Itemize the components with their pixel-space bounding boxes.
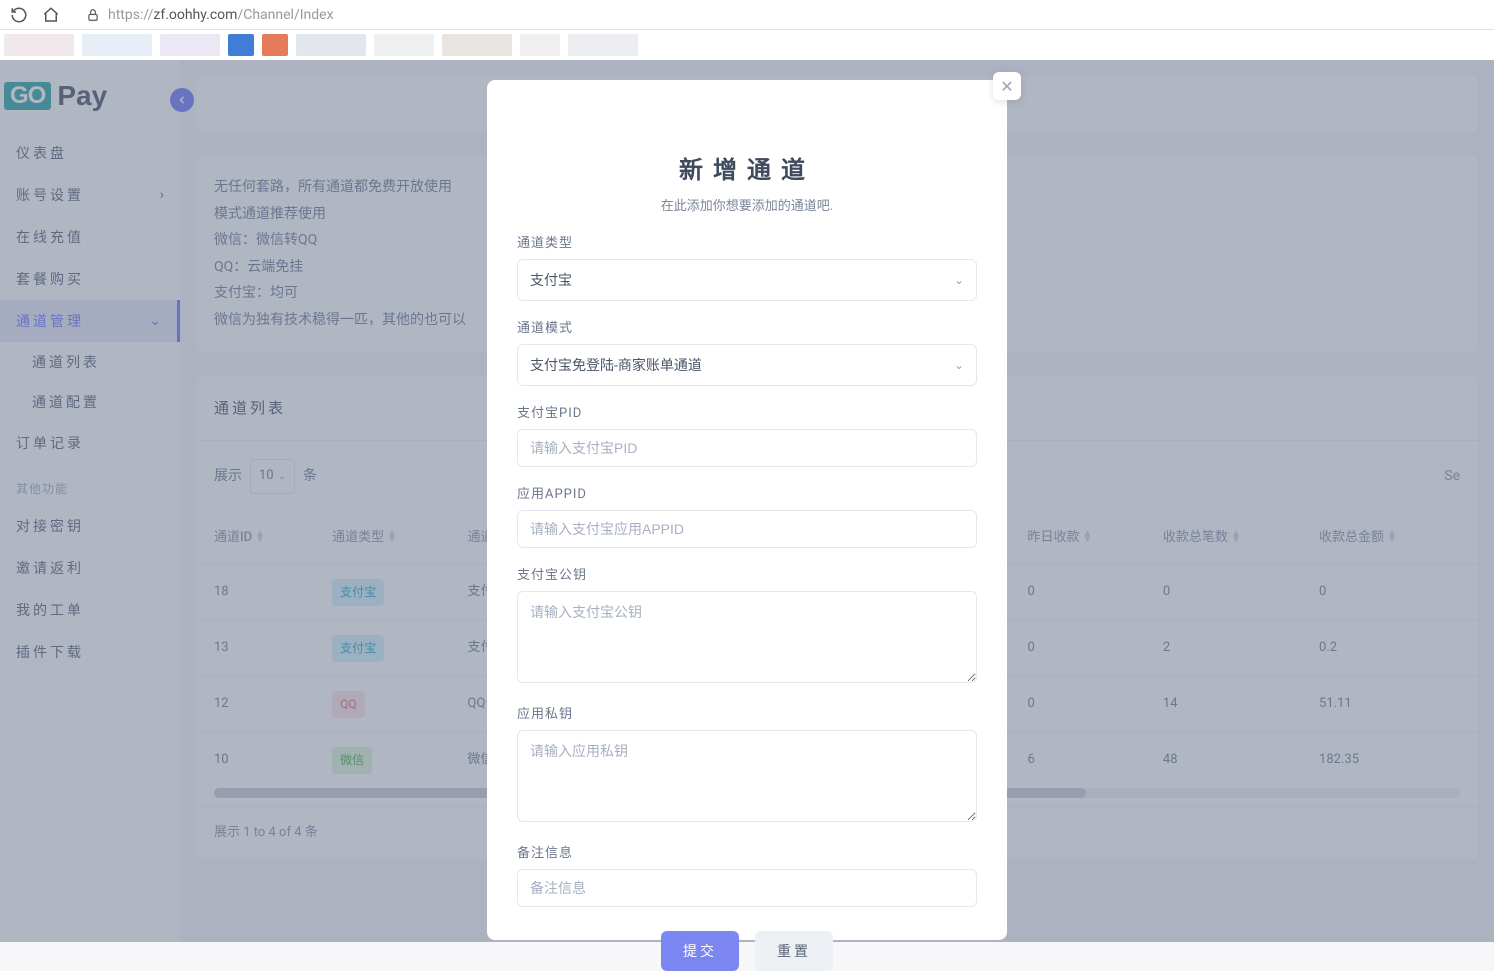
chevron-down-icon: ⌄	[954, 273, 964, 287]
label-remark: 备注信息	[517, 842, 977, 861]
select-channel-mode-value: 支付宝免登陆-商家账单通道	[530, 355, 702, 375]
reset-button[interactable]: 重置	[755, 931, 833, 971]
label-app-id: 应用APPID	[517, 483, 977, 502]
modal-close-button[interactable]: ✕	[993, 72, 1021, 100]
label-channel-type: 通道类型	[517, 232, 977, 251]
label-channel-mode: 通道模式	[517, 317, 977, 336]
url-box[interactable]: https://zf.oohhy.com/Channel/Index	[74, 7, 1484, 23]
add-channel-modal: ✕ 新增通道 在此添加你想要添加的通道吧. 通道类型 支付宝 ⌄ 通道模式 支付…	[487, 80, 1007, 940]
modal-subtitle: 在此添加你想要添加的通道吧.	[517, 195, 977, 214]
textarea-alipay-pubkey[interactable]	[517, 591, 977, 683]
lock-icon	[86, 8, 100, 22]
url-path: /Channel/Index	[237, 7, 333, 23]
select-channel-mode[interactable]: 支付宝免登陆-商家账单通道 ⌄	[517, 344, 977, 386]
input-app-id[interactable]	[517, 510, 977, 548]
bookmark-strip	[0, 30, 1494, 60]
chevron-down-icon: ⌄	[954, 358, 964, 372]
url-host: zf.oohhy.com	[153, 7, 237, 23]
modal-overlay[interactable]: ✕ 新增通道 在此添加你想要添加的通道吧. 通道类型 支付宝 ⌄ 通道模式 支付…	[0, 60, 1494, 942]
label-alipay-pubkey: 支付宝公钥	[517, 564, 977, 583]
reload-icon[interactable]	[10, 6, 28, 24]
home-icon[interactable]	[42, 6, 60, 24]
select-channel-type[interactable]: 支付宝 ⌄	[517, 259, 977, 301]
textarea-app-privkey[interactable]	[517, 730, 977, 822]
input-remark[interactable]	[517, 869, 977, 907]
submit-button[interactable]: 提交	[661, 931, 739, 971]
url-scheme: https://	[108, 7, 153, 23]
label-app-privkey: 应用私钥	[517, 703, 977, 722]
modal-title: 新增通道	[517, 150, 977, 185]
input-alipay-pid[interactable]	[517, 429, 977, 467]
label-alipay-pid: 支付宝PID	[517, 402, 977, 421]
select-channel-type-value: 支付宝	[530, 270, 572, 290]
browser-address-bar: https://zf.oohhy.com/Channel/Index	[0, 0, 1494, 30]
